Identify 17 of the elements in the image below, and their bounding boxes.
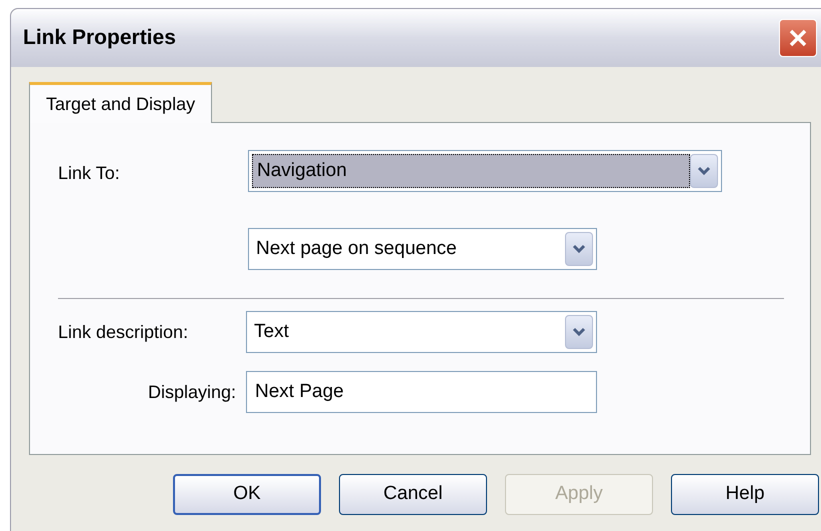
dialog-button[interactable]: OK (173, 474, 321, 515)
text-field[interactable]: Next Page (246, 371, 597, 413)
close-button[interactable] (779, 19, 817, 57)
dropdown-value: Navigation (252, 154, 690, 188)
field-label: Displaying: (146, 380, 237, 404)
dialog-button[interactable]: Cancel (339, 474, 487, 515)
dialog-button[interactable]: Help (671, 474, 819, 515)
dropdown[interactable]: Text (246, 311, 597, 353)
field-label: Link To: (58, 162, 121, 185)
close-icon (788, 28, 808, 48)
field-label: Link description: (58, 320, 190, 344)
dropdown[interactable]: Next page on sequence (248, 228, 597, 270)
window-title: Link Properties (23, 25, 176, 52)
dropdown-value: Text (253, 320, 290, 344)
tab[interactable]: Target and Display (29, 82, 212, 123)
dropdown-value: Next page on sequence (255, 236, 458, 261)
dropdown[interactable]: Navigation (248, 150, 722, 192)
